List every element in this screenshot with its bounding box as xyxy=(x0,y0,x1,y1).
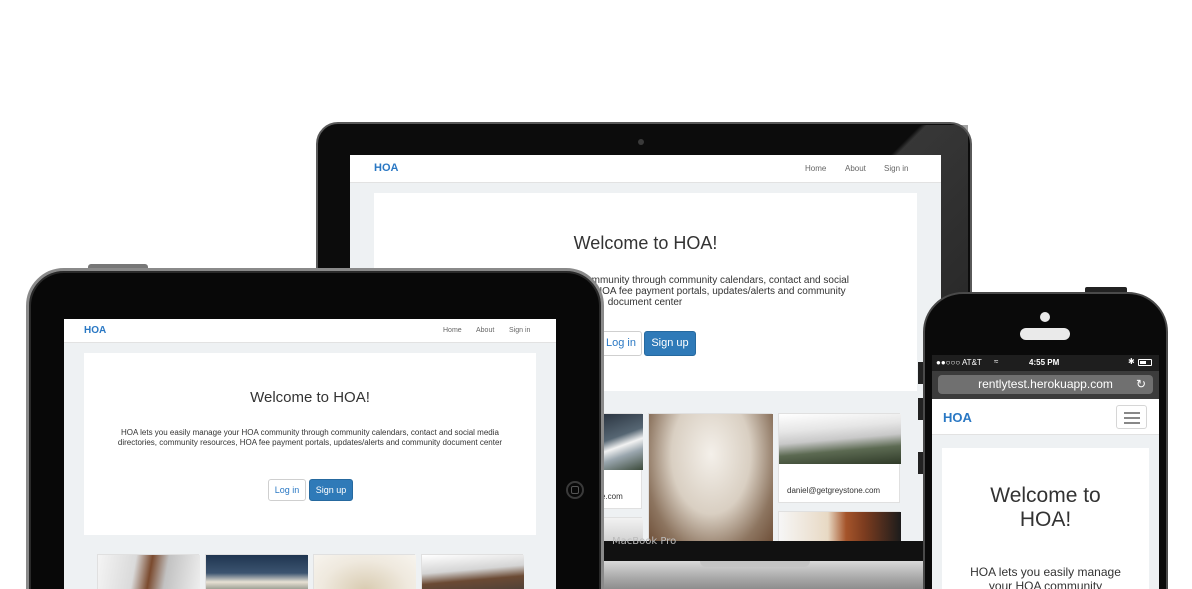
brand-logo[interactable]: HOA xyxy=(84,325,106,336)
tablet-screen: HOA Home About Sign in Welcome to HOA! H… xyxy=(64,319,556,589)
hero-title-line: Welcome to xyxy=(990,484,1101,507)
bluetooth-icon: ✱ xyxy=(1128,357,1135,366)
speaker-icon xyxy=(1020,328,1070,340)
listing-card[interactable] xyxy=(421,554,524,589)
nav-signin-link[interactable]: Sign in xyxy=(884,164,908,173)
listing-email: daniel@getgreystone.com xyxy=(787,486,881,495)
camera-icon xyxy=(1040,312,1050,322)
listing-card[interactable] xyxy=(313,554,416,589)
navbar: HOA Home About Sign in xyxy=(64,319,556,343)
brand-logo[interactable]: HOA xyxy=(943,410,972,425)
house-photo xyxy=(601,414,643,470)
nav-about-link[interactable]: About xyxy=(845,164,866,173)
hero-description: HOA lets you easily manage your HOA comm… xyxy=(950,565,1141,589)
status-bar: ●●○○○ AT&T ≈ 4:55 PM ✱ xyxy=(932,355,1159,371)
navbar: HOA xyxy=(932,399,1159,435)
house-photo xyxy=(779,414,901,464)
address-bar: rentlytest.herokuapp.com ↻ xyxy=(932,371,1159,399)
hero-title: Welcome to HOA! xyxy=(573,233,718,253)
house-photo xyxy=(422,555,524,589)
listing-card[interactable] xyxy=(205,554,308,589)
hamburger-menu-icon[interactable] xyxy=(1116,405,1147,429)
phone-screen: ●●○○○ AT&T ≈ 4:55 PM ✱ rentlytest.heroku… xyxy=(932,355,1159,589)
listing-card[interactable]: daniel@getgreystone.com xyxy=(778,413,901,503)
nav-about-link[interactable]: About xyxy=(476,327,494,334)
camera-icon xyxy=(638,139,644,145)
nav-home-link[interactable]: Home xyxy=(805,164,826,173)
signup-button[interactable]: Sign up xyxy=(644,331,696,356)
listing-email: e.com xyxy=(601,492,623,501)
laptop-notch xyxy=(700,561,810,567)
nav-signin-link[interactable]: Sign in xyxy=(509,327,530,334)
hero-desc-line: HOA lets you easily manage xyxy=(970,565,1121,579)
home-button-square xyxy=(571,486,579,494)
listing-card[interactable] xyxy=(97,554,200,589)
interior-photo xyxy=(314,555,416,589)
url-field[interactable]: rentlytest.herokuapp.com xyxy=(938,375,1153,394)
brand-logo[interactable]: HOA xyxy=(374,162,398,174)
login-button[interactable]: Log in xyxy=(600,331,642,356)
hero-description: HOA lets you easily manage your HOA comm… xyxy=(117,428,503,447)
house-photo xyxy=(206,555,308,589)
interior-staircase-photo xyxy=(649,414,773,547)
hero-title: Welcome to HOA! xyxy=(942,484,1149,532)
navbar: HOA Home About Sign in xyxy=(350,155,941,183)
hamburger-bar xyxy=(1124,412,1140,414)
hero-title: Welcome to HOA! xyxy=(250,389,370,406)
listing-card[interactable] xyxy=(648,413,773,547)
laptop-model-label: MacBook Pro xyxy=(612,536,677,547)
battery-level xyxy=(1140,361,1146,364)
reload-icon[interactable]: ↻ xyxy=(1136,377,1146,391)
hero-jumbotron: Welcome to HOA! HOA lets you easily mana… xyxy=(84,353,536,535)
carrier-label: ●●○○○ AT&T xyxy=(936,358,982,367)
hamburger-bar xyxy=(1124,422,1140,424)
nav-home-link[interactable]: Home xyxy=(443,327,462,334)
hero-desc-line: your HOA community xyxy=(988,579,1103,589)
wifi-icon: ≈ xyxy=(994,357,999,366)
signup-button[interactable]: Sign up xyxy=(309,479,353,501)
hero-title-line: HOA! xyxy=(1019,508,1072,531)
battery-icon xyxy=(1138,359,1152,366)
hero-jumbotron: Welcome to HOA! HOA lets you easily mana… xyxy=(942,448,1149,589)
login-button[interactable]: Log in xyxy=(268,479,306,501)
hamburger-bar xyxy=(1124,417,1140,419)
house-photo xyxy=(98,555,200,589)
status-time: 4:55 PM xyxy=(1029,358,1060,367)
listing-card[interactable]: e.com xyxy=(600,413,643,509)
